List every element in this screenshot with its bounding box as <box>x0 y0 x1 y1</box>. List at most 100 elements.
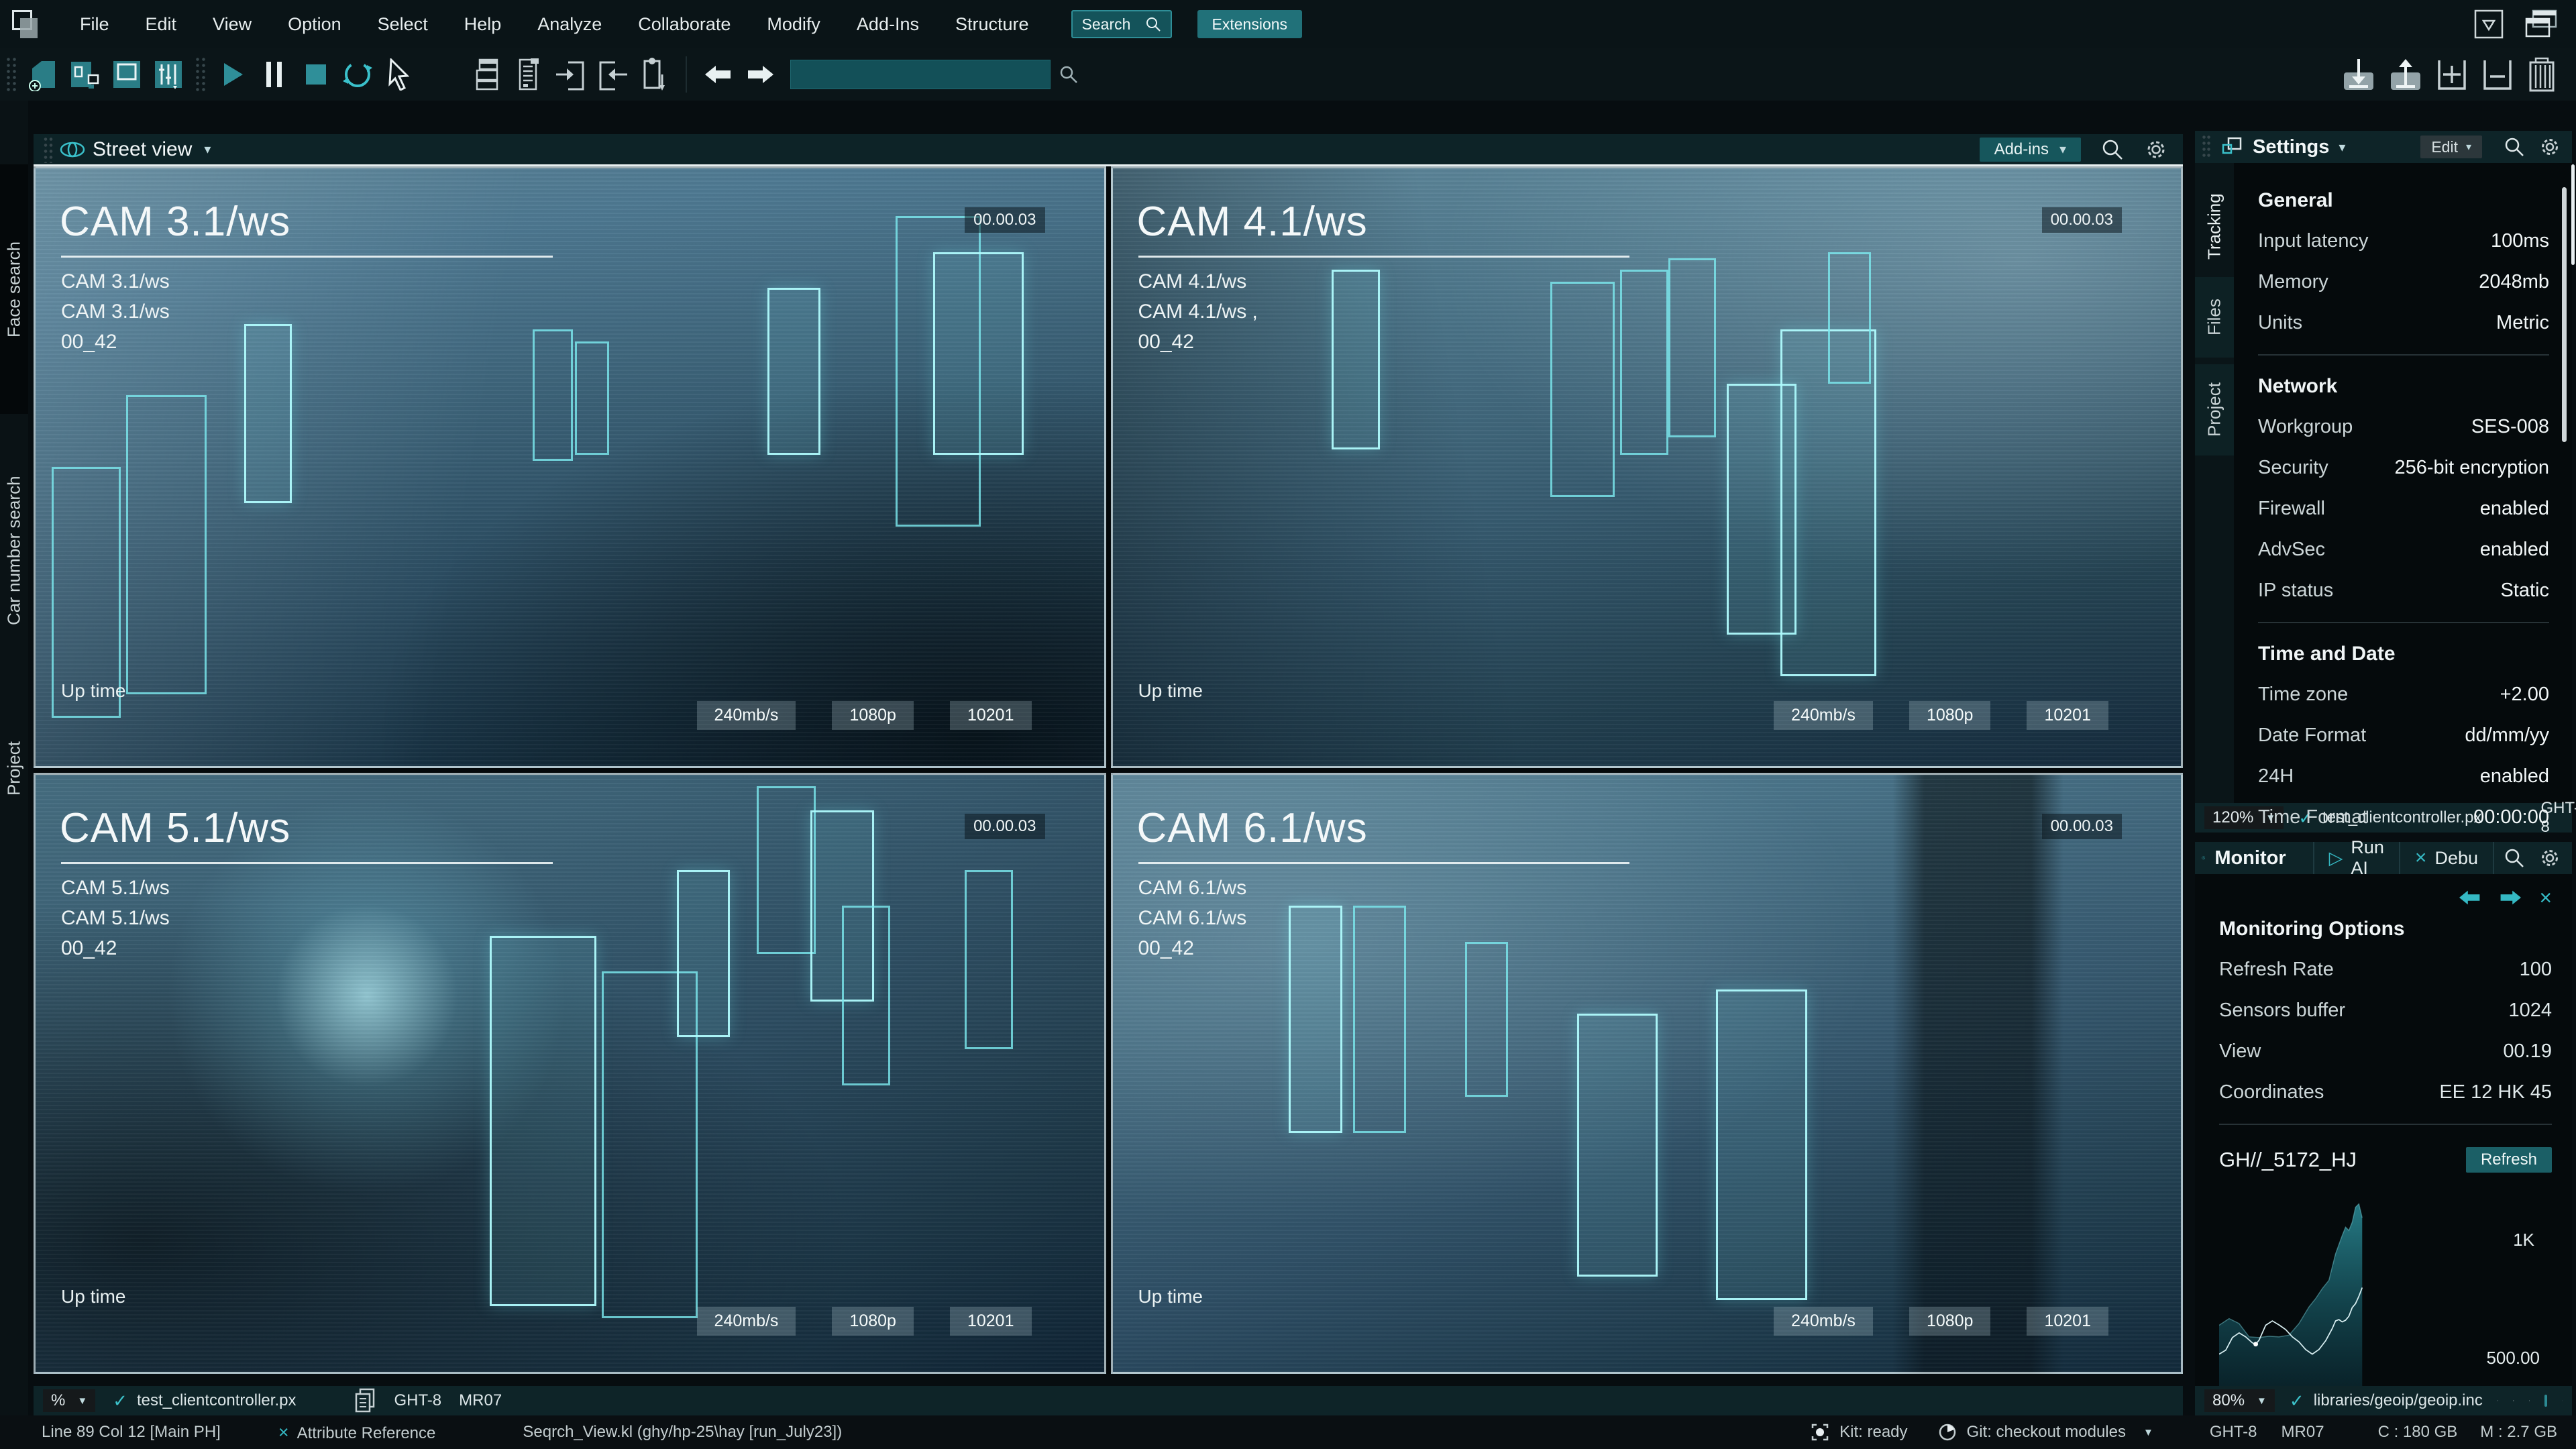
camera-feed-cam-6-1[interactable]: CAM 6.1/ws CAM 6.1/ws CAM 6.1/ws 00_42 0… <box>1111 773 2184 1375</box>
setting-row[interactable]: IP status Static <box>2258 570 2549 611</box>
cascade-windows-icon[interactable] <box>2524 8 2559 40</box>
stop-icon[interactable] <box>299 57 333 92</box>
forward-icon[interactable] <box>2499 890 2522 906</box>
tab-run-ai[interactable]: ▷ Run AI <box>2313 842 2400 874</box>
menu-modify[interactable]: Modify <box>749 14 839 35</box>
back-icon[interactable] <box>2459 890 2481 906</box>
copy-icon[interactable] <box>354 1388 376 1413</box>
menu-help[interactable]: Help <box>446 14 520 35</box>
monitor-row[interactable]: Refresh Rate 100 <box>2219 949 2552 990</box>
menu-collaborate[interactable]: Collaborate <box>620 14 749 35</box>
forward-icon[interactable] <box>743 57 777 92</box>
setting-row[interactable]: Firewall enabled <box>2258 488 2549 529</box>
menu-edit[interactable]: Edit <box>127 14 195 35</box>
setting-row[interactable]: Memory 2048mb <box>2258 262 2549 303</box>
toolbar-search-input[interactable] <box>790 60 1051 89</box>
tab-tracking[interactable]: Tracking <box>2195 176 2234 277</box>
refresh-button[interactable]: Refresh <box>2466 1147 2552 1173</box>
menu-view[interactable]: View <box>195 14 270 35</box>
trash-icon[interactable] <box>2525 56 2559 93</box>
forward-icon[interactable] <box>2529 1393 2530 1409</box>
tab-project[interactable]: Project <box>2195 364 2234 455</box>
search-icon[interactable] <box>2504 136 2525 158</box>
panel-drag-handle[interactable] <box>2202 134 2211 160</box>
setting-row[interactable]: Workgroup SES-008 <box>2258 407 2549 447</box>
search-icon[interactable] <box>2562 1393 2563 1408</box>
play-icon[interactable] <box>215 57 250 92</box>
toolbar-search-icon[interactable] <box>1059 64 1079 85</box>
camera-feed-cam-5-1[interactable]: CAM 5.1/ws CAM 5.1/ws CAM 5.1/ws 00_42 0… <box>34 773 1106 1375</box>
display-tool-icon[interactable] <box>109 57 144 92</box>
setting-row[interactable]: Time zone +2.00 <box>2258 674 2549 715</box>
caret-down-icon[interactable]: ▼ <box>2143 1427 2153 1438</box>
window-scrollbar[interactable] <box>2571 164 2575 265</box>
sync-loop-icon[interactable] <box>340 57 375 92</box>
pause-icon[interactable] <box>257 57 292 92</box>
monitor-row[interactable]: Coordinates EE 12 HK 45 <box>2219 1072 2552 1113</box>
active-file[interactable]: ✓ test_clientcontroller.px <box>113 1391 296 1411</box>
search-icon[interactable] <box>2101 138 2124 161</box>
title-underline <box>1138 862 1630 864</box>
edit-button[interactable]: Edit ▾ <box>2420 136 2482 158</box>
monitor-row[interactable]: Sensors buffer 1024 <box>2219 990 2552 1031</box>
menu-select[interactable]: Select <box>360 14 446 35</box>
setting-row[interactable]: Security 256-bit encryption <box>2258 447 2549 488</box>
setting-row[interactable]: Time Format 00:00:00 <box>2258 797 2549 838</box>
progress-bar[interactable] <box>2544 1395 2546 1407</box>
search-icon[interactable] <box>2504 847 2525 869</box>
sidebar-item-project[interactable]: Project <box>0 691 28 847</box>
addins-button[interactable]: Add-ins ▾ <box>1980 138 2081 162</box>
setting-row[interactable]: Date Format dd/mm/yy <box>2258 715 2549 756</box>
caret-down-icon[interactable]: ▾ <box>2339 139 2345 156</box>
tab-debug[interactable]: × Debu <box>2400 842 2494 874</box>
setting-row[interactable]: Units Metric <box>2258 303 2549 343</box>
setting-row[interactable]: Input latency 100ms <box>2258 221 2549 262</box>
menu-add-ins[interactable]: Add-Ins <box>839 14 937 35</box>
add-to-set-icon[interactable] <box>2434 56 2470 93</box>
active-file[interactable]: ✓ libraries/geoip/geoip.inc <box>2290 1391 2483 1411</box>
gear-icon[interactable] <box>2144 138 2168 162</box>
settings-scrollbar[interactable] <box>2562 187 2567 442</box>
menu-structure[interactable]: Structure <box>937 14 1047 35</box>
menu-analyze[interactable]: Analyze <box>519 14 620 35</box>
toolbar-drag-handle[interactable] <box>195 56 207 93</box>
cursor-tool-icon[interactable] <box>382 57 417 92</box>
menu-file[interactable]: File <box>62 14 127 35</box>
document-list-icon[interactable] <box>512 57 547 92</box>
sidebar-item-car-number-search[interactable]: Car number search <box>0 423 28 679</box>
sign-out-icon[interactable] <box>595 57 630 92</box>
view-drag-handle[interactable] <box>43 136 54 163</box>
tab-files[interactable]: Files <box>2195 277 2234 358</box>
back-icon[interactable] <box>701 57 736 92</box>
attribute-reference[interactable]: ×Attribute Reference <box>278 1422 436 1443</box>
copy-stack-icon[interactable] <box>470 57 505 92</box>
camera-feed-cam-4-1[interactable]: CAM 4.1/ws CAM 4.1/ws CAM 4.1/ws , 00_42… <box>1111 166 2184 768</box>
zoom-control[interactable]: % ▼ <box>43 1389 95 1412</box>
mixer-tool-icon[interactable] <box>151 57 186 92</box>
device-id: GH//_5172_HJ <box>2219 1148 2357 1172</box>
back-icon[interactable] <box>2513 1393 2514 1409</box>
view-caret-icon[interactable]: ▾ <box>204 141 211 158</box>
sidebar-item-face-search[interactable]: Face search <box>0 164 28 414</box>
pip-view-icon[interactable] <box>68 57 103 92</box>
gear-icon[interactable] <box>2538 136 2561 158</box>
remove-from-set-icon[interactable] <box>2479 56 2516 93</box>
close-icon[interactable]: × <box>2539 887 2552 908</box>
menubar-search-box[interactable]: Search <box>1071 10 1172 38</box>
gear-icon[interactable] <box>2538 847 2561 869</box>
upload-icon[interactable] <box>2387 56 2424 93</box>
shape-tool-icon[interactable] <box>26 57 61 92</box>
zoom-control[interactable]: 80% ▼ <box>2204 1389 2275 1412</box>
extensions-button[interactable]: Extensions <box>1197 10 1303 38</box>
git-status[interactable]: Git: checkout modules <box>1967 1423 2126 1442</box>
toolbar-drag-handle[interactable] <box>5 56 17 93</box>
setting-row[interactable]: AdvSec enabled <box>2258 529 2549 570</box>
camera-feed-cam-3-1[interactable]: CAM 3.1/ws CAM 3.1/ws CAM 3.1/ws 00_42 0… <box>34 166 1106 768</box>
panel-dropdown-icon[interactable] <box>2473 8 2505 40</box>
sign-in-icon[interactable] <box>553 57 588 92</box>
clipboard-export-icon[interactable] <box>637 57 672 92</box>
menu-option[interactable]: Option <box>270 14 360 35</box>
monitor-row[interactable]: View 00.19 <box>2219 1031 2552 1072</box>
download-icon[interactable] <box>2340 56 2377 93</box>
setting-row[interactable]: 24H enabled <box>2258 756 2549 797</box>
